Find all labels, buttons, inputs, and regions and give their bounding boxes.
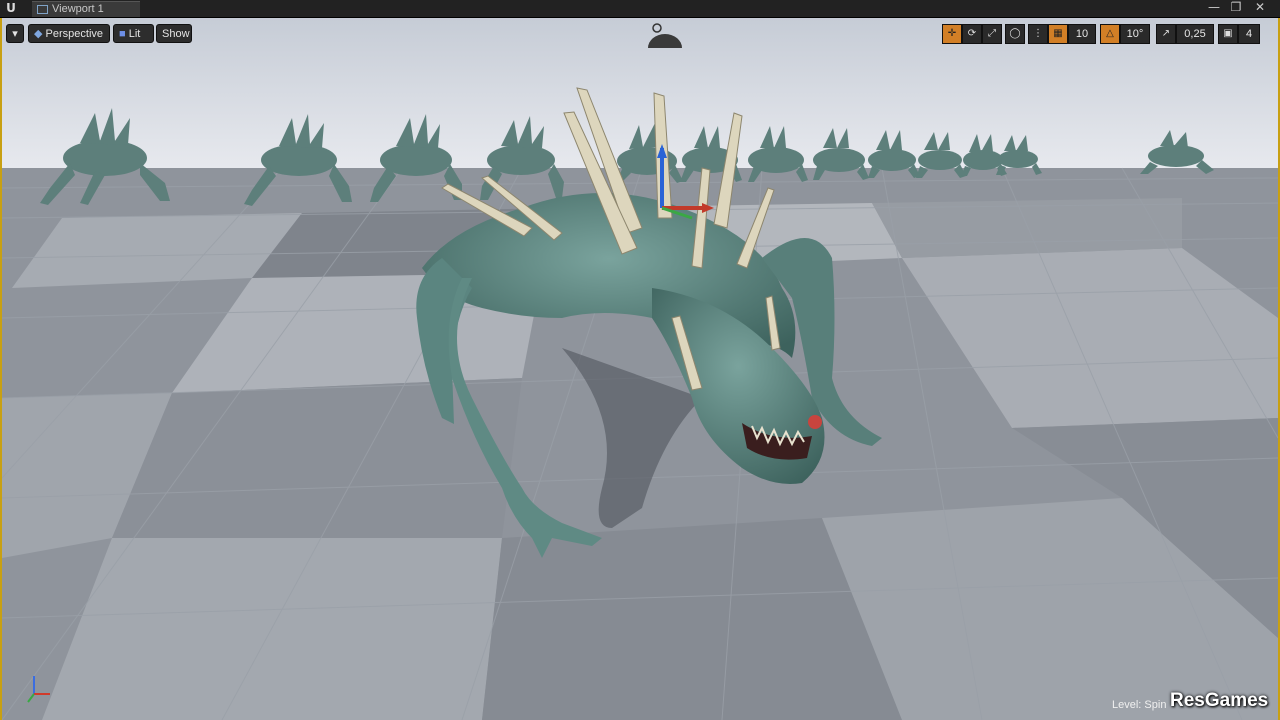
- perspective-label: Perspective: [45, 28, 104, 40]
- level-name: Spin: [1144, 699, 1167, 711]
- viewport-tab-label: Viewport 1: [52, 3, 104, 15]
- move-icon[interactable]: ✛: [942, 24, 962, 44]
- lit-cube-icon: ■: [119, 28, 126, 40]
- grid-snap-value[interactable]: 10: [1068, 24, 1096, 44]
- camera-speed-icon[interactable]: ▣: [1218, 24, 1238, 44]
- perspective-button[interactable]: ◆ Perspective: [28, 24, 110, 43]
- minimize-button[interactable]: —: [1204, 0, 1224, 16]
- scale-snap-value[interactable]: 0,25: [1176, 24, 1214, 44]
- axis-indicator-icon: [27, 676, 50, 703]
- grid-icon[interactable]: ▦: [1048, 24, 1068, 44]
- rotation-snap-value[interactable]: 10°: [1120, 24, 1150, 44]
- restore-button[interactable]: ❐: [1226, 0, 1246, 16]
- camera-speed-value[interactable]: 4: [1238, 24, 1260, 44]
- close-button[interactable]: ✕: [1250, 0, 1270, 16]
- show-button[interactable]: Show: [156, 24, 192, 43]
- unreal-logo-icon: U: [6, 1, 16, 15]
- lit-label: Lit: [128, 28, 141, 40]
- view-mode-button[interactable]: ■ Lit: [113, 24, 154, 43]
- scale-snap-icon[interactable]: ↗: [1156, 24, 1176, 44]
- perspective-icon: ◆: [34, 28, 43, 40]
- title-bar: U Viewport 1 — ❐ ✕: [0, 0, 1280, 18]
- viewport-tab-icon: [37, 5, 48, 14]
- globe-icon[interactable]: ◯: [1005, 24, 1025, 44]
- viewport-tab[interactable]: Viewport 1: [32, 1, 140, 17]
- angle-icon[interactable]: △: [1100, 24, 1120, 44]
- level-indicator: Level: Spin: [1112, 699, 1166, 711]
- level-label: Level:: [1112, 699, 1142, 711]
- watermark: ResGames: [1170, 690, 1269, 711]
- surface-snap-icon[interactable]: ⋮: [1028, 24, 1048, 44]
- scale-icon[interactable]: ⤢: [982, 24, 1002, 44]
- viewport-options-button[interactable]: ▾: [6, 24, 24, 43]
- level-viewport[interactable]: ▾ ◆ Perspective ■ Lit Show ✛ ⟳ ⤢ ◯ ⋮ ▦ 1…: [0, 18, 1280, 720]
- editor-window: U Viewport 1 — ❐ ✕ ▾ ◆ Perspective ■ Lit…: [0, 0, 1280, 720]
- scene-render: [2, 18, 1278, 720]
- rotate-icon[interactable]: ⟳: [962, 24, 982, 44]
